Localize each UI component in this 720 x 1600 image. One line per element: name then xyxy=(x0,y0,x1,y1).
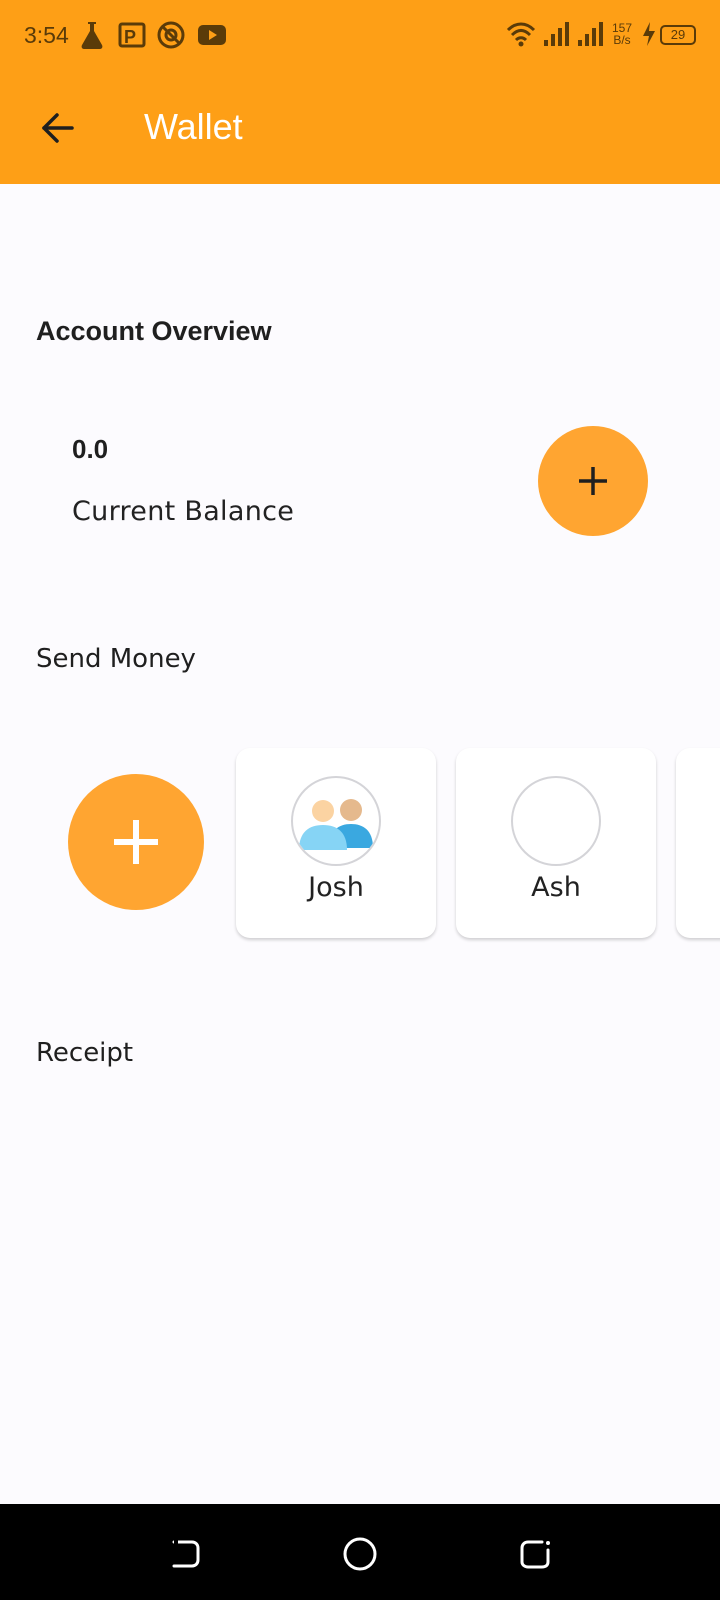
system-nav-bar xyxy=(0,1504,720,1600)
send-money-title: Send Money xyxy=(36,644,196,674)
recents-nav-icon[interactable] xyxy=(516,1534,556,1574)
page-title: Wallet xyxy=(144,106,243,147)
youtube-icon xyxy=(198,25,226,45)
battery-icon: 29 xyxy=(660,25,696,45)
plus-icon xyxy=(114,820,158,864)
account-overview-title: Account Overview xyxy=(36,316,272,346)
contact-card-josh[interactable]: Josh xyxy=(236,748,436,938)
signal-icon xyxy=(544,22,569,46)
balance-value: 0.0 xyxy=(72,434,109,464)
back-nav-icon[interactable] xyxy=(164,1534,204,1574)
home-nav-icon[interactable] xyxy=(340,1534,380,1574)
status-bar: 3:54 P 157 B/s 29 xyxy=(0,0,720,72)
network-speed-unit: B/s xyxy=(613,33,631,47)
network-speed: 157 B/s xyxy=(608,22,636,46)
signal-icon xyxy=(578,22,603,46)
wifi-icon xyxy=(506,22,536,47)
receipt-title: Receipt xyxy=(36,1038,134,1068)
status-time: 3:54 xyxy=(24,22,69,48)
avatar xyxy=(511,776,601,866)
add-contact-button[interactable] xyxy=(68,774,204,910)
contact-name: Ash xyxy=(531,872,581,903)
battery-level: 29 xyxy=(670,27,686,42)
contact-card-partial[interactable] xyxy=(676,748,720,938)
avatar xyxy=(291,776,381,866)
flask-icon xyxy=(81,22,103,49)
app-bar: Wallet xyxy=(0,72,720,184)
contact-card-ash[interactable]: Ash xyxy=(456,748,656,938)
vpn-icon xyxy=(157,21,185,49)
svg-text:P: P xyxy=(124,27,136,47)
arrow-left-icon xyxy=(42,113,74,143)
balance-label: Current Balance xyxy=(72,496,295,527)
charging-icon xyxy=(643,22,655,46)
back-button[interactable] xyxy=(28,98,88,158)
plus-icon xyxy=(579,467,607,495)
people-icon xyxy=(299,799,373,850)
contact-name: Josh xyxy=(308,872,364,903)
parking-app-icon: P xyxy=(118,22,146,48)
add-funds-button[interactable] xyxy=(538,426,648,536)
